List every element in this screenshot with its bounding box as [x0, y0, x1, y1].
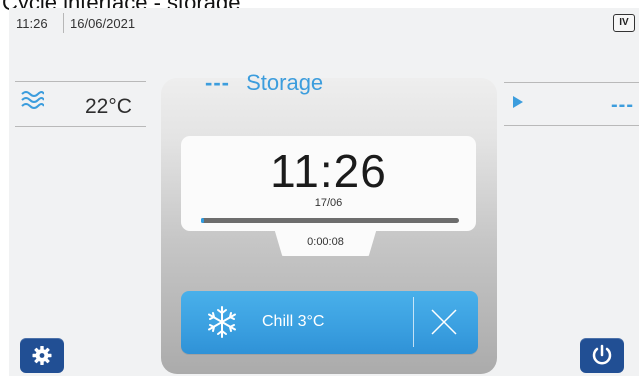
- next-step-bottom-divider: [504, 125, 639, 126]
- power-icon: [592, 344, 612, 365]
- chill-button-divider: [413, 297, 414, 347]
- chill-mode-label: Chill 3°C: [262, 313, 325, 330]
- play-icon: [513, 96, 523, 108]
- elapsed-time: 0:00:08: [307, 236, 344, 248]
- program-title: --- Storage: [205, 70, 323, 96]
- status-bar: 11:26 16/06/2021 IV: [9, 8, 639, 38]
- snowflake-icon: [205, 305, 239, 339]
- device-screen: 11:26 16/06/2021 IV 22°C --- --- Storage…: [9, 8, 639, 376]
- program-name: Storage: [246, 70, 324, 95]
- ambient-bottom-divider: [15, 126, 146, 127]
- next-step-top-divider: [504, 82, 639, 83]
- ambient-top-divider: [15, 81, 146, 82]
- elapsed-tab: 0:00:08: [274, 228, 377, 256]
- settings-button[interactable]: [20, 338, 64, 373]
- gear-icon: [32, 346, 52, 365]
- status-divider: [63, 13, 64, 33]
- power-button[interactable]: [580, 338, 624, 373]
- status-date: 16/06/2021: [70, 16, 136, 31]
- chill-mode-button[interactable]: Chill 3°C: [181, 291, 478, 354]
- heat-waves-icon: [20, 90, 45, 112]
- timer-card: 11:26 17/06: [181, 136, 476, 231]
- status-time: 11:26: [16, 16, 48, 31]
- timer-time: 11:26: [270, 145, 387, 197]
- next-step-value: ---: [611, 94, 634, 116]
- close-icon[interactable]: [429, 307, 459, 337]
- program-dashes: ---: [205, 70, 230, 95]
- level-badge: IV: [613, 14, 635, 32]
- timer-date: 17/06: [314, 197, 343, 209]
- cycle-progress-track: [201, 218, 459, 223]
- cycle-progress-fill: [201, 218, 204, 223]
- ambient-temperature: 22°C: [85, 95, 132, 118]
